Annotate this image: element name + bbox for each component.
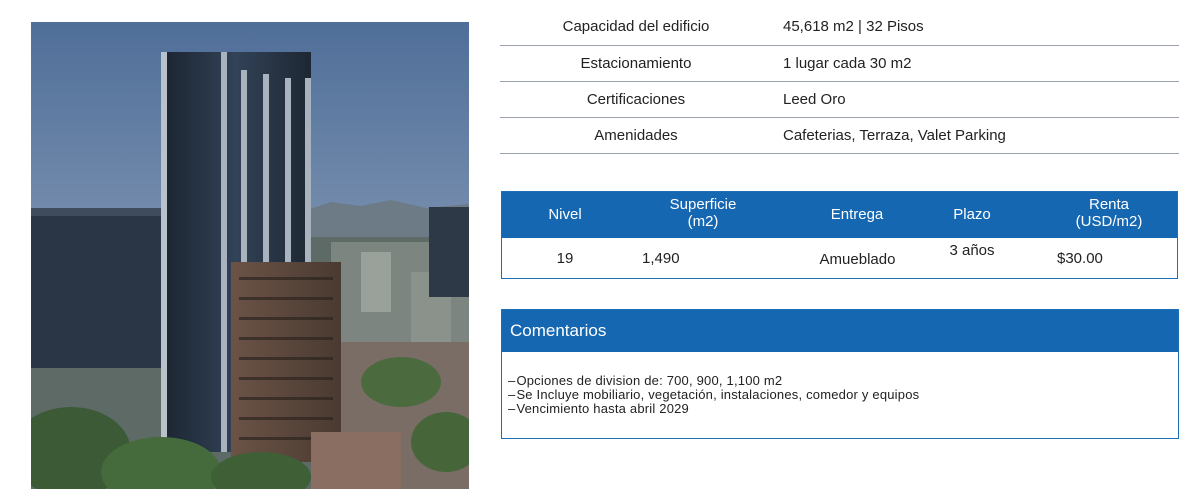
header-superficie-line2: (m2) [687, 213, 719, 230]
building-specs-table: Capacidad del edificio 45,618 m2 | 32 Pi… [500, 9, 1179, 154]
building-photo [31, 22, 469, 489]
spec-row: Certificaciones Leed Oro [500, 81, 1179, 118]
spec-label: Estacionamiento [500, 45, 772, 82]
comments-title: Comentarios [502, 310, 1178, 352]
header-renta-line1: Renta [1088, 196, 1130, 213]
property-sheet: Capacidad del edificio 45,618 m2 | 32 Pi… [0, 0, 1200, 500]
spec-label: Amenidades [500, 117, 772, 154]
availability-row: 19 1,490 Amueblado 3 años $30.00 [502, 238, 1177, 278]
comment-item: Se Incluye mobiliario, vegetación, insta… [508, 388, 919, 402]
spec-row: Capacidad del edificio 45,618 m2 | 32 Pi… [500, 9, 1179, 46]
spec-value: Cafeterias, Terraza, Valet Parking [772, 117, 1179, 154]
cell-renta: $30.00 [1057, 250, 1103, 267]
comment-item: Vencimiento hasta abril 2029 [508, 402, 919, 416]
header-plazo: Plazo [953, 206, 991, 223]
comments-box: Comentarios Opciones de division de: 700… [501, 309, 1179, 439]
availability-table: Nivel Superficie (m2) Entrega Plazo Rent… [501, 191, 1178, 279]
comments-list: Opciones de division de: 700, 900, 1,100… [508, 374, 919, 416]
header-superficie-line1: Superficie [669, 196, 737, 213]
spec-value: 45,618 m2 | 32 Pisos [772, 9, 1179, 46]
cell-nivel: 19 [556, 250, 574, 267]
header-nivel: Nivel [548, 206, 582, 223]
spec-row: Estacionamiento 1 lugar cada 30 m2 [500, 45, 1179, 82]
spec-label: Certificaciones [500, 81, 772, 118]
spec-row: Amenidades Cafeterias, Terraza, Valet Pa… [500, 117, 1179, 154]
availability-table-header: Nivel Superficie (m2) Entrega Plazo Rent… [502, 192, 1177, 238]
header-entrega: Entrega [830, 206, 884, 223]
spec-label: Capacidad del edificio [500, 9, 772, 46]
header-renta-line2: (USD/m2) [1075, 213, 1143, 230]
cell-superficie: 1,490 [642, 250, 680, 267]
cell-entrega: Amueblado [819, 251, 896, 268]
cell-plazo: 3 años [949, 242, 995, 259]
building-photo-image [31, 22, 469, 489]
comment-item: Opciones de division de: 700, 900, 1,100… [508, 374, 919, 388]
spec-value: 1 lugar cada 30 m2 [772, 45, 1179, 82]
spec-value: Leed Oro [772, 81, 1179, 118]
